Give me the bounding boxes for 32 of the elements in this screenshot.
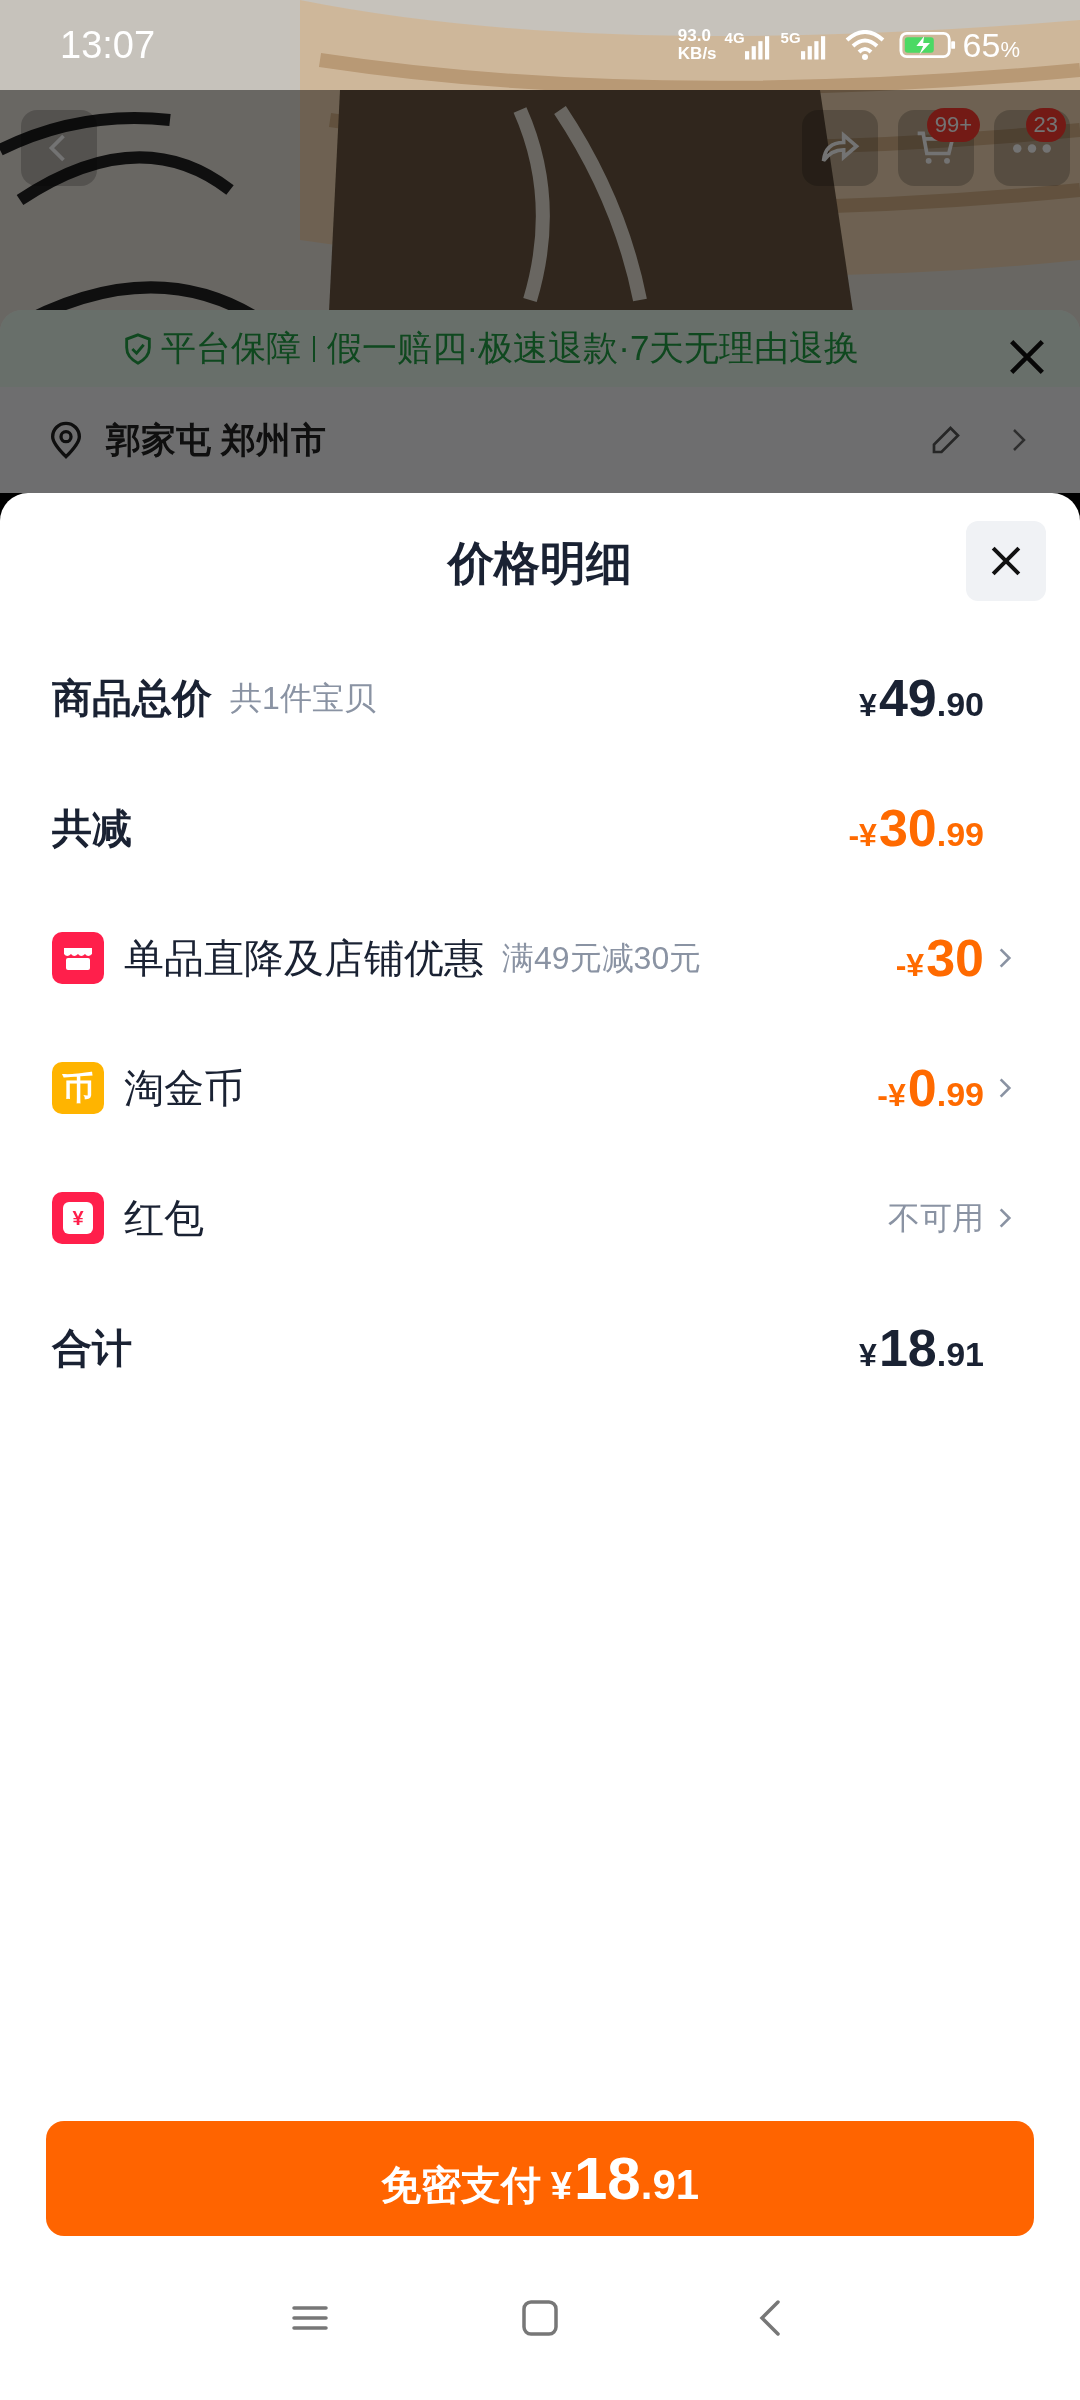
network-speed: 93.0 KB/s xyxy=(677,27,717,63)
guarantee-text: 假一赔四·极速退款·7天无理由退换 xyxy=(326,327,860,370)
wifi-icon xyxy=(844,30,885,60)
row-note: 共1件宝贝 xyxy=(230,679,376,718)
network-type: 5G xyxy=(780,30,801,45)
status-text: 不可用 xyxy=(888,1199,984,1238)
row-label: 单品直降及店铺优惠 xyxy=(124,935,484,982)
price-text: -¥30 xyxy=(895,932,984,984)
row-note: 满49元减30元 xyxy=(502,939,702,978)
pay-button[interactable]: 免密支付 ¥18.91 xyxy=(46,2121,1034,2236)
price-text: ¥49.90 xyxy=(859,672,984,724)
row-label: 红包 xyxy=(124,1195,204,1242)
row-label: 淘金币 xyxy=(124,1065,244,1112)
shop-icon xyxy=(52,932,104,984)
status-time: 13:07 xyxy=(60,22,156,68)
more-icon xyxy=(1012,142,1052,154)
envelope-icon: ¥ xyxy=(52,1192,104,1244)
row-label: 共减 xyxy=(52,805,132,852)
coin-icon: 币 xyxy=(52,1062,104,1114)
price-text: -¥0.99 xyxy=(877,1062,984,1114)
battery-icon xyxy=(898,30,957,60)
close-button[interactable] xyxy=(966,521,1046,601)
price-text: -¥30.99 xyxy=(848,802,984,854)
address-text: 郭家屯 郑州市 xyxy=(106,418,326,461)
network-type: 4G xyxy=(724,30,745,45)
row-label: 商品总价 xyxy=(52,675,212,722)
sheet-title: 价格明细 xyxy=(448,535,632,591)
price-text: ¥18.91 xyxy=(859,1322,984,1374)
row-label: 合计 xyxy=(52,1325,132,1372)
home-icon[interactable] xyxy=(520,2298,560,2338)
battery-percent: 65% xyxy=(962,24,1020,66)
guarantee-title: 平台保障 xyxy=(160,327,301,370)
